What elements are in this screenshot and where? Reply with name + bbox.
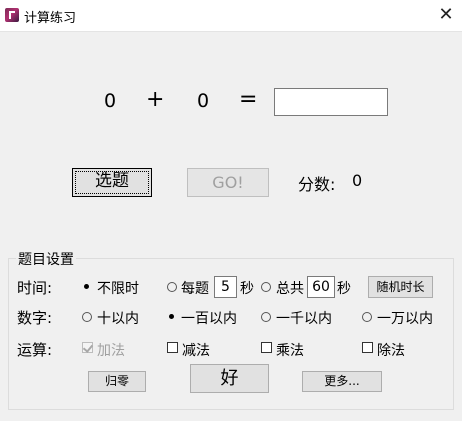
time-per-question-label: 每题 — [181, 281, 209, 297]
time-unit-1: 秒 — [240, 281, 254, 297]
multiplication-label: 乘法 — [276, 343, 304, 359]
subtraction-label: 减法 — [182, 343, 210, 359]
addition-label: 加法 — [97, 343, 125, 359]
close-icon[interactable]: ✕ — [436, 4, 456, 26]
score-label: 分数: — [298, 175, 336, 194]
subtraction-checkbox[interactable] — [167, 342, 178, 353]
operator: + — [146, 87, 165, 112]
time-per-question-radio[interactable] — [167, 282, 177, 292]
number-tenthousand-label: 一万以内 — [377, 311, 433, 327]
time-unlimited-radio[interactable] — [82, 282, 92, 292]
number-tenthousand-radio[interactable] — [362, 312, 372, 322]
number-ten-label: 十以内 — [97, 311, 139, 327]
number-ten-radio[interactable] — [82, 312, 92, 322]
division-checkbox[interactable] — [362, 342, 373, 353]
number-thousand-radio[interactable] — [261, 312, 271, 322]
operand-right: 0 — [197, 90, 210, 112]
operand-left: 0 — [104, 90, 117, 112]
number-hundred-radio[interactable] — [167, 312, 177, 322]
time-total-label: 总共 — [276, 281, 304, 297]
score-value: 0 — [352, 171, 363, 190]
more-button[interactable]: 更多... — [302, 371, 382, 392]
division-label: 除法 — [377, 343, 405, 359]
per-question-seconds-input[interactable]: 5 — [214, 276, 237, 298]
pick-question-button[interactable]: 选题 — [72, 168, 152, 197]
total-seconds-input[interactable]: 60 — [307, 276, 335, 298]
number-hundred-label: 一百以内 — [181, 311, 237, 327]
time-unlimited-label: 不限时 — [97, 281, 139, 297]
number-thousand-label: 一千以内 — [276, 311, 332, 327]
operation-label: 运算: — [17, 341, 53, 359]
equals-sign: = — [239, 87, 258, 112]
go-button[interactable]: GO! — [187, 168, 269, 197]
time-unit-2: 秒 — [337, 281, 351, 297]
random-duration-button[interactable]: 随机时长 — [368, 276, 433, 298]
time-total-radio[interactable] — [261, 282, 271, 292]
app-icon — [5, 8, 19, 22]
multiplication-checkbox[interactable] — [261, 342, 272, 353]
reset-button[interactable]: 归零 — [88, 371, 146, 392]
time-label: 时间: — [17, 279, 53, 297]
ok-button[interactable]: 好 — [190, 364, 269, 393]
settings-group-title: 题目设置 — [16, 249, 76, 269]
number-label: 数字: — [17, 309, 53, 327]
window-title: 计算练习 — [24, 11, 77, 26]
addition-checkbox[interactable] — [82, 342, 94, 353]
answer-input[interactable] — [274, 88, 388, 116]
